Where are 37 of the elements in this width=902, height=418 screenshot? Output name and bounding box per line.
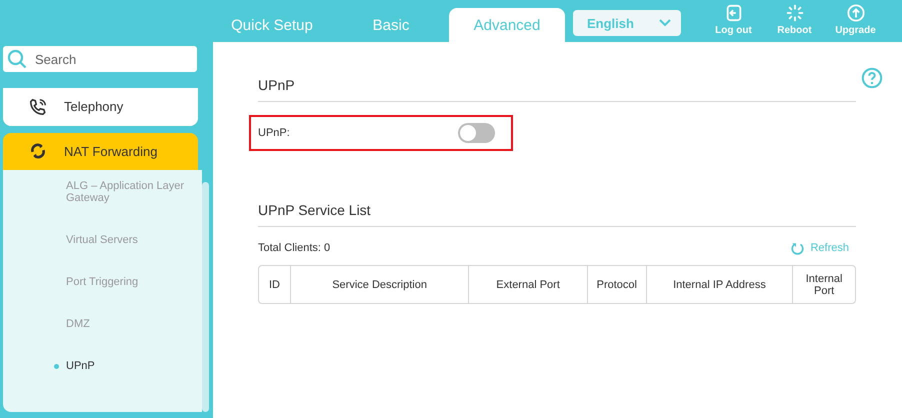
phone-icon	[29, 98, 47, 116]
toolbar-action[interactable]: Upgrade	[825, 4, 886, 36]
section-title: UPnP Service List	[258, 202, 372, 218]
column-header: External Port	[468, 266, 587, 303]
help-icon[interactable]	[861, 67, 883, 89]
menu-item[interactable]: NAT Forwarding	[3, 132, 198, 170]
nav-tab[interactable]: Basic	[353, 8, 429, 42]
search-field[interactable]: Search	[3, 46, 197, 72]
column-header: Protocol	[586, 266, 646, 303]
submenu-item[interactable]: DMZ	[3, 318, 202, 360]
spinner-icon	[786, 4, 804, 22]
upgrade-icon	[846, 4, 864, 22]
toggle-switch[interactable]	[458, 123, 495, 143]
submenu-item[interactable]: Virtual Servers	[3, 234, 202, 276]
submenu-item[interactable]: Port Triggering	[3, 276, 202, 318]
nav-tab[interactable]: Quick Setup	[213, 8, 331, 42]
toolbar-action[interactable]: Log out	[703, 4, 764, 36]
column-header: Internal IP Address	[646, 266, 792, 303]
section-title: UPnP	[258, 77, 296, 93]
active-dot	[54, 364, 59, 369]
arrows-cycle-icon	[29, 142, 47, 160]
refresh-icon	[790, 240, 806, 256]
scrollbar-thumb[interactable]	[202, 182, 209, 412]
refresh-link[interactable]: Refresh	[790, 240, 849, 256]
chevron-down-icon	[659, 19, 671, 27]
language-select[interactable]: English	[573, 10, 681, 36]
toolbar-action[interactable]: Reboot	[764, 4, 825, 36]
column-header: Service Description	[290, 266, 468, 303]
column-header: Internal Port	[792, 266, 855, 303]
field-label: UPnP:	[258, 127, 291, 139]
nav-tab[interactable]: Advanced	[449, 8, 565, 42]
menu-item[interactable]: Telephony	[3, 88, 198, 126]
total-count: Total Clients: 0	[258, 242, 330, 254]
column-header: ID	[268, 278, 281, 292]
submenu-item[interactable]: ALG – Application Layer Gateway	[3, 180, 202, 234]
submenu-item[interactable]: UPnP	[3, 360, 202, 402]
logout-icon	[724, 4, 742, 22]
